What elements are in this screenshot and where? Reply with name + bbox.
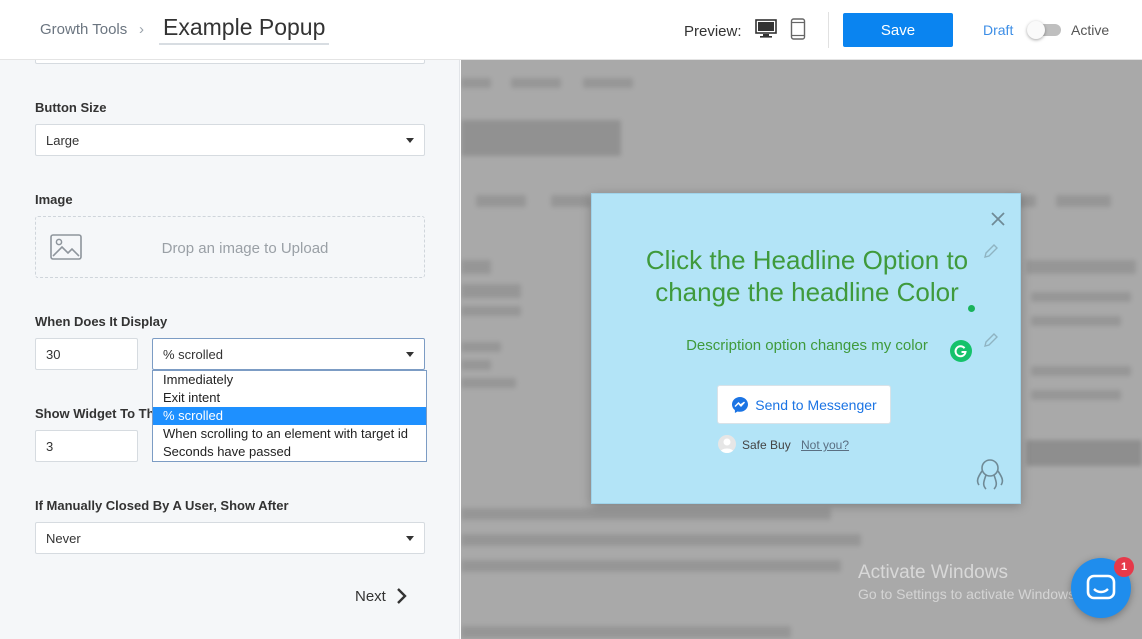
chevron-down-icon	[406, 352, 414, 357]
active-label[interactable]: Active	[1071, 22, 1109, 38]
safe-buy-label: Safe Buy	[742, 438, 791, 452]
manually-closed-label: If Manually Closed By A User, Show After	[35, 498, 289, 513]
save-button[interactable]: Save	[843, 13, 953, 47]
next-label: Next	[355, 587, 386, 605]
chat-unread-badge: 1	[1114, 557, 1134, 577]
previous-field[interactable]	[35, 60, 425, 64]
send-to-messenger-button[interactable]: Send to Messenger	[717, 385, 891, 424]
display-amount-input[interactable]: 30	[35, 338, 138, 370]
popup-widget: Click the Headline Option to change the …	[591, 193, 1021, 504]
draft-active-toggle[interactable]	[1027, 21, 1063, 39]
edit-headline-pencil-icon[interactable]	[982, 242, 1000, 260]
dropzone-text: Drop an image to Upload	[161, 240, 329, 257]
toggle-knob	[1027, 21, 1045, 39]
button-size-label: Button Size	[35, 100, 107, 115]
mobile-icon[interactable]	[790, 18, 806, 40]
activate-windows-title: Activate Windows	[858, 562, 1008, 583]
when-display-label: When Does It Display	[35, 314, 168, 329]
manually-closed-select[interactable]: Never	[35, 522, 425, 554]
avatar	[718, 435, 736, 453]
settings-panel: Button Size Large Image Drop an image to…	[0, 60, 460, 639]
preview-label: Preview:	[684, 23, 742, 40]
top-bar: Growth Tools › Example Popup Preview: Sa…	[0, 0, 1142, 60]
status-dot	[968, 305, 975, 312]
show-widget-value: 3	[46, 438, 54, 454]
display-amount-value: 30	[46, 346, 61, 362]
popup-description[interactable]: Description option changes my color	[622, 337, 992, 354]
image-label: Image	[35, 192, 73, 207]
octopus-logo-icon	[976, 459, 1004, 490]
edit-description-pencil-icon[interactable]	[982, 331, 1000, 349]
chat-icon	[1086, 574, 1116, 600]
grammarly-icon[interactable]	[950, 340, 972, 362]
next-button[interactable]: Next	[355, 587, 408, 605]
display-trigger-options: Immediately Exit intent % scrolled When …	[152, 370, 427, 462]
header-divider	[828, 12, 829, 48]
popup-headline[interactable]: Click the Headline Option to change the …	[622, 244, 992, 308]
chevron-down-icon	[406, 536, 414, 541]
chevron-right-icon	[396, 588, 407, 604]
option-exit-intent[interactable]: Exit intent	[153, 389, 426, 407]
show-widget-input[interactable]: 3	[35, 430, 138, 462]
preview-canvas: Activate Windows Go to Settings to activ…	[461, 60, 1142, 639]
button-size-value: Large	[46, 132, 80, 148]
not-you-link[interactable]: Not you?	[801, 438, 849, 452]
breadcrumb-growth-tools[interactable]: Growth Tools	[40, 21, 127, 38]
button-size-select[interactable]: Large	[35, 124, 425, 156]
display-trigger-select[interactable]: % scrolled	[152, 338, 425, 370]
draft-label[interactable]: Draft	[983, 22, 1013, 38]
messenger-icon	[732, 396, 749, 413]
popup-title-input[interactable]: Example Popup	[159, 14, 330, 45]
manually-closed-value: Never	[46, 530, 81, 546]
option-percent-scrolled[interactable]: % scrolled	[153, 407, 426, 425]
messenger-button-label: Send to Messenger	[755, 396, 877, 413]
desktop-icon[interactable]	[755, 19, 777, 39]
show-widget-label: Show Widget To Th	[35, 406, 155, 421]
display-trigger-value: % scrolled	[163, 346, 223, 362]
option-immediately[interactable]: Immediately	[153, 371, 426, 389]
option-scroll-to-element[interactable]: When scrolling to an element with target…	[153, 425, 426, 443]
chevron-down-icon	[406, 138, 414, 143]
image-dropzone[interactable]: Drop an image to Upload	[35, 216, 425, 278]
breadcrumb-separator: ›	[139, 21, 144, 38]
activate-windows-subtitle: Go to Settings to activate Windows.	[858, 586, 1079, 602]
option-seconds-passed[interactable]: Seconds have passed	[153, 443, 426, 461]
close-icon[interactable]	[990, 211, 1006, 227]
